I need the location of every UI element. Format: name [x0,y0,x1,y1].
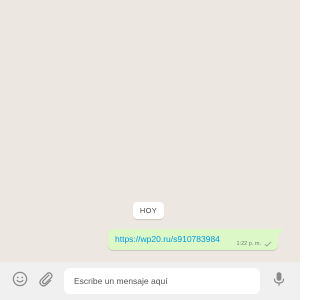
whatsapp-chat-screen: HOY https://wp20.ru/s910783984 1:22 p. m… [0,0,300,300]
voice-message-button[interactable] [269,271,289,291]
message-time: 1:22 p. m. [236,241,261,247]
date-separator-chip: HOY [133,202,164,219]
paperclip-icon [38,271,54,292]
bubble-tail [278,229,284,236]
message-composer-bar [0,262,300,300]
single-check-icon [264,241,272,247]
message-link[interactable]: https://wp20.ru/s910783984 [115,234,220,245]
message-input[interactable] [64,268,260,294]
chat-message-area: HOY https://wp20.ru/s910783984 1:22 p. m… [0,0,300,262]
message-meta: 1:22 p. m. [237,241,272,247]
outgoing-message-bubble[interactable]: https://wp20.ru/s910783984 1:22 p. m. [108,229,278,250]
emoji-button[interactable] [10,271,30,291]
microphone-icon [271,271,287,292]
attach-button[interactable] [36,271,56,291]
emoji-icon [12,271,28,292]
